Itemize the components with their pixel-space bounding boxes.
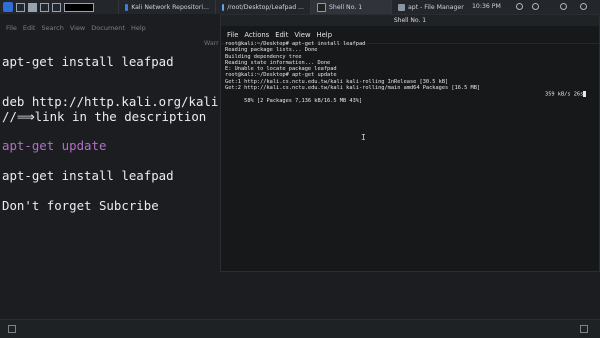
menu-file[interactable]: File [6, 24, 17, 40]
editor-line: apt-get install leafpad [2, 54, 174, 69]
task-file-manager[interactable]: apt - File Manager [391, 0, 482, 14]
menu-help[interactable]: Help [317, 31, 333, 39]
progress-text: 58% [2 Packages 7,136 kB/16.5 MB 43%] [244, 97, 363, 104]
editor-line: apt-get install leafpad [2, 168, 174, 183]
speed-text: 359 kB/s 26s [545, 91, 584, 98]
terminal-icon [317, 2, 326, 12]
leafpad-menubar: File Edit Search View Document Help [0, 24, 146, 40]
task-browser[interactable]: Kali Network Repositori... [118, 0, 215, 14]
workspace-2-icon[interactable] [40, 2, 49, 12]
menu-actions[interactable]: Actions [244, 31, 269, 39]
user-icon[interactable] [580, 3, 587, 10]
folder-icon [398, 3, 405, 11]
progress-speed: 359 kB/s 26s [545, 91, 587, 98]
taskbar: Kali Network Repositori... /root/Desktop… [0, 0, 600, 15]
menu-help[interactable]: Help [131, 24, 146, 40]
warning-label: Warr [204, 40, 219, 47]
menu-edit[interactable]: Edit [23, 24, 36, 40]
menu-document[interactable]: Document [91, 24, 125, 40]
bottom-toolbar [0, 319, 600, 338]
window-title: Shell No. 1 [393, 16, 427, 24]
menu-view[interactable]: View [70, 24, 85, 40]
task-label: Kali Network Repositori... [131, 3, 209, 11]
task-shell[interactable]: Shell No. 1 [310, 0, 391, 14]
text-editor-area[interactable]: apt-get install leafpad deb http://http.… [2, 54, 233, 213]
browser-icon [125, 3, 129, 11]
editor-line: //⟹link in the description [2, 109, 207, 124]
terminal-launcher-icon[interactable] [64, 2, 94, 12]
task-leafpad[interactable]: /root/Desktop/Leafpad ... [215, 0, 310, 14]
menu-view[interactable]: View [294, 31, 310, 39]
menu-search[interactable]: Search [41, 24, 63, 40]
task-label: Shell No. 1 [329, 3, 363, 11]
terminal-titlebar[interactable]: Shell No. 1 [221, 15, 599, 26]
terminal-output[interactable]: root@kali:~/Desktop# apt-get install lea… [225, 41, 587, 104]
text-cursor [583, 91, 587, 97]
task-label: apt - File Manager [408, 3, 464, 11]
settings-icon[interactable] [580, 325, 588, 333]
clock[interactable]: 10:36 PM [472, 3, 501, 10]
text-editor-icon [222, 3, 225, 11]
ibeam-cursor-icon: I [361, 133, 366, 142]
terminal-window[interactable]: Shell No. 1 File Actions Edit View Help … [220, 14, 600, 272]
menu-edit[interactable]: Edit [275, 31, 288, 39]
workspace-3-icon[interactable] [52, 2, 61, 12]
power-icon[interactable] [560, 3, 567, 10]
progress-line: 58% [2 Packages 7,136 kB/16.5 MB 43%] 35… [225, 91, 587, 104]
workspace-1-icon[interactable] [28, 2, 37, 12]
show-desktop-icon[interactable] [16, 2, 25, 12]
grid-icon[interactable] [8, 325, 16, 333]
editor-line: deb http://http.kali.org/kali k [2, 94, 234, 109]
editor-line: apt-get update [2, 138, 107, 153]
editor-line: Don't forget Subcribe [2, 198, 159, 213]
task-label: /root/Desktop/Leafpad ... [227, 3, 304, 11]
volume-icon[interactable] [532, 3, 539, 10]
kali-menu-icon[interactable] [3, 2, 13, 12]
menu-file[interactable]: File [227, 31, 238, 39]
network-icon[interactable] [516, 3, 523, 10]
